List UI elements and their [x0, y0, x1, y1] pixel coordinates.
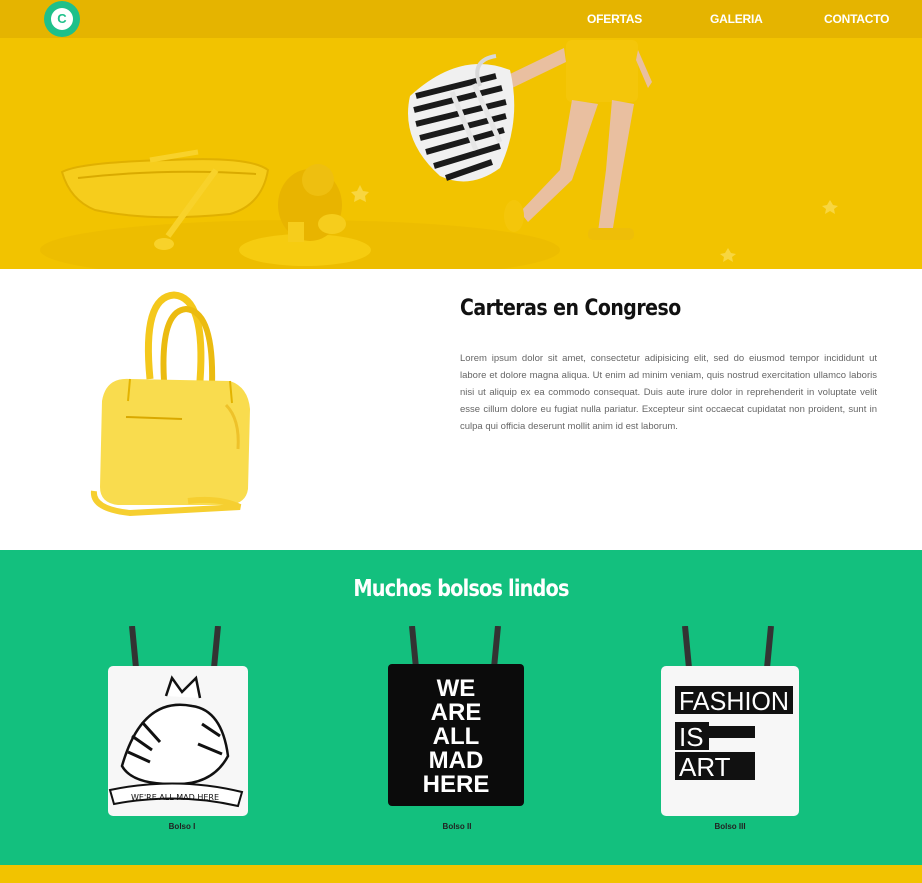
nav-link-contacto[interactable]: CONTACTO	[824, 12, 889, 26]
nav-link-ofertas[interactable]: OFERTAS	[587, 12, 642, 26]
nav-link-galeria[interactable]: GALERIA	[710, 12, 763, 26]
bag3-line-3: ART	[679, 752, 731, 782]
top-nav: C OFERTAS GALERIA CONTACTO	[0, 0, 922, 38]
logo-letter: C	[57, 11, 67, 26]
about-section: Carteras en Congreso Lorem ipsum dolor s…	[0, 269, 922, 550]
hero-banner	[0, 0, 922, 269]
tote-bag-fashion-art[interactable]: FASHION IS ART	[655, 626, 805, 824]
bag-caption-2: Bolso II	[442, 822, 472, 831]
tote-bag-cat-print: WE'RE ALL MAD HERE	[131, 793, 219, 802]
bag2-line-2: ARE	[431, 699, 482, 726]
bag-caption-3: Bolso III	[714, 822, 746, 831]
gallery-section: Muchos bolsos lindos WE'RE ALL MAD HERE …	[0, 550, 922, 865]
logo-inner: C	[51, 8, 73, 30]
bag3-line-2: IS	[679, 722, 704, 752]
yellow-handbag-image	[90, 291, 250, 517]
bag2-line-5: HERE	[423, 771, 490, 798]
brand-logo[interactable]: C	[44, 1, 80, 37]
bag2-line-3: ALL	[433, 723, 480, 750]
bag3-line-1: FASHION	[679, 686, 789, 716]
hero-image	[0, 0, 922, 269]
bag-caption-1: Bolso I	[168, 822, 196, 831]
gallery-title: Muchos bolsos lindos	[353, 576, 569, 602]
footer-strip	[0, 865, 922, 883]
tote-bag-cat[interactable]: WE'RE ALL MAD HERE	[102, 626, 252, 824]
bag2-line-1: WE	[437, 675, 476, 702]
tote-bag-mad-here[interactable]: WE ARE ALL MAD HERE	[382, 626, 532, 824]
bag2-line-4: MAD	[429, 747, 484, 774]
about-title: Carteras en Congreso	[460, 296, 681, 321]
about-body-text: Lorem ipsum dolor sit amet, consectetur …	[460, 353, 877, 432]
